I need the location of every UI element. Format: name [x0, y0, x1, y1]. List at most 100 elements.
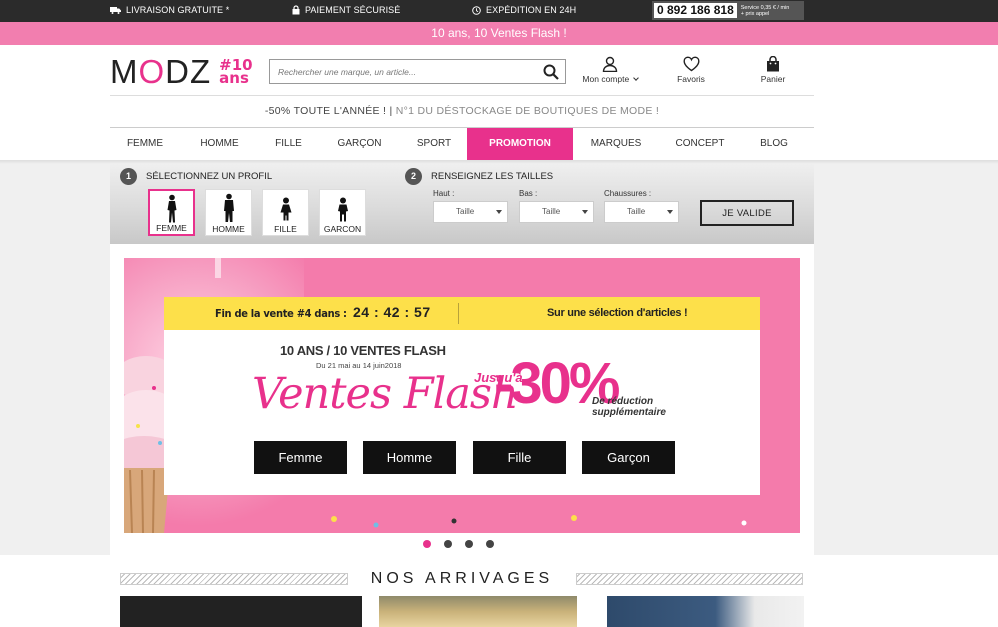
profile-femme[interactable]: FEMME — [148, 189, 195, 236]
arrivals-stripe-left — [120, 573, 348, 585]
nav-item-homme[interactable]: HOMME — [180, 128, 259, 160]
nav-item-fille[interactable]: FILLE — [259, 128, 318, 160]
phone-note-line-1: Service 0,35 € / min — [740, 4, 790, 11]
site-logo[interactable]: MODZ #10 ans — [110, 53, 253, 91]
step-1-badge: 1 — [120, 168, 137, 185]
size-chaussures-select[interactable]: Taille — [604, 201, 679, 223]
header-divider — [110, 95, 814, 96]
favorites-label[interactable]: Favoris — [677, 74, 705, 84]
chevron-down-icon — [632, 75, 639, 81]
nav-item-promotion[interactable]: PROMOTION — [467, 128, 573, 160]
free-delivery-item: LIVRAISON GRATUITE * — [110, 5, 229, 15]
size-haut-label: Haut : — [433, 189, 455, 198]
confetti-decoration — [331, 515, 747, 528]
nav-item-garcon[interactable]: GARÇON — [318, 128, 401, 160]
profile-homme-label: HOMME — [212, 224, 245, 234]
logo-anniversary: #10 ans — [219, 56, 253, 87]
shipping-text: EXPÉDITION EN 24H — [486, 5, 577, 15]
promo-tagline: -50% TOUTE L'ANNÉE ! | N°1 DU DÉSTOCKAGE… — [110, 105, 814, 117]
promo-banner-text[interactable]: 10 ans, 10 Ventes Flash ! — [431, 26, 566, 40]
hero-slider: Fin de la vente #4 dans : 24 : 42 : 57 S… — [110, 244, 814, 555]
slider-dot-2[interactable] — [444, 540, 452, 548]
secure-payment-text: PAIEMENT SÉCURISÉ — [305, 5, 401, 15]
favorites-link[interactable]: Favoris — [671, 56, 711, 84]
nav-item-sport[interactable]: SPORT — [401, 128, 467, 160]
validate-button[interactable]: JE VALIDE — [700, 200, 794, 226]
phone-note: Service 0,35 € / min + prix appel — [741, 5, 790, 17]
size-haut-select[interactable]: Taille — [433, 201, 508, 223]
cta-garcon-button[interactable]: Garçon — [582, 441, 675, 474]
profile-fille-label: FILLE — [274, 224, 297, 234]
countdown-label: Fin de la vente #4 dans : — [215, 307, 347, 320]
girl-silhouette-icon — [280, 197, 291, 221]
countdown-time: 24 : 42 : 57 — [353, 304, 431, 320]
arrival-photo-3[interactable] — [607, 596, 804, 627]
truck-icon — [110, 7, 121, 14]
nav-item-marques[interactable]: MARQUES — [573, 128, 659, 160]
free-delivery-text: LIVRAISON GRATUITE * — [126, 5, 230, 15]
cart-link[interactable]: Panier — [753, 56, 793, 84]
step-profile: 1 SÉLECTIONNEZ UN PROFIL — [120, 168, 272, 185]
discount-note: De réduction supplémentaire — [592, 396, 666, 418]
flash-sale-card: 10 ANS / 10 VENTES FLASH Du 21 mai au 14… — [164, 330, 760, 495]
lock-icon — [292, 5, 300, 15]
promo-banner[interactable]: 10 ans, 10 Ventes Flash ! — [0, 22, 998, 45]
profile-fille[interactable]: FILLE — [262, 189, 309, 236]
boy-silhouette-icon — [337, 197, 348, 222]
arrivals-section: NOS ARRIVAGES — [0, 555, 998, 627]
search-box[interactable] — [269, 59, 566, 84]
size-bas-select[interactable]: Taille — [519, 201, 594, 223]
top-info-bar: LIVRAISON GRATUITE * PAIEMENT SÉCURISÉ E… — [0, 0, 998, 22]
profile-garcon[interactable]: GARCON — [319, 189, 366, 236]
countdown-bar: Fin de la vente #4 dans : 24 : 42 : 57 S… — [164, 297, 760, 330]
arrival-photo-2[interactable] — [379, 596, 577, 627]
slider-dots — [423, 540, 494, 548]
slider-dot-3[interactable] — [465, 540, 473, 548]
cta-fille-button[interactable]: Fille — [473, 441, 566, 474]
arrivals-stripe-right — [576, 573, 803, 585]
logo-wordmark[interactable]: MODZ — [110, 53, 211, 91]
site-header: MODZ #10ans Mon compte Favoris Panier -5… — [0, 45, 998, 160]
nav-item-femme[interactable]: FEMME — [110, 128, 180, 160]
size-group-haut: Haut : Taille — [433, 189, 508, 223]
phone-number[interactable]: 0 892 186 818 — [654, 3, 737, 18]
size-bas-label: Bas : — [519, 189, 538, 198]
main-nav: FEMME HOMME FILLE GARÇON SPORT PROMOTION… — [110, 128, 814, 160]
discount-upto: Jusqu'à — [474, 370, 523, 385]
cart-label[interactable]: Panier — [761, 74, 786, 84]
cta-femme-button[interactable]: Femme — [254, 441, 347, 474]
search-input[interactable] — [270, 60, 530, 83]
step-2-label: RENSEIGNEZ LES TAILLES — [431, 171, 554, 182]
selection-label: Sur une sélection d'articles ! — [547, 307, 688, 319]
size-chaussures-label: Chaussures : — [604, 189, 652, 198]
profile-homme[interactable]: HOMME — [205, 189, 252, 236]
flash-headline: 10 ANS / 10 VENTES FLASH — [280, 343, 446, 358]
step-1-label: SÉLECTIONNEZ UN PROFIL — [146, 171, 273, 182]
size-group-bas: Bas : Taille — [519, 189, 594, 223]
promo-tagline-sub: N°1 DU DÉSTOCKAGE DE BOUTIQUES DE MODE ! — [395, 105, 660, 117]
account-label[interactable]: Mon compte — [582, 74, 629, 84]
hero-slide[interactable]: Fin de la vente #4 dans : 24 : 42 : 57 S… — [124, 258, 800, 533]
step-sizes: 2 RENSEIGNEZ LES TAILLES — [405, 168, 553, 185]
woman-silhouette-icon — [167, 194, 176, 223]
slider-dot-1[interactable] — [423, 540, 431, 548]
user-icon — [602, 56, 618, 72]
nav-item-concept[interactable]: CONCEPT — [659, 128, 741, 160]
clock-icon — [472, 5, 481, 15]
arrivals-title: NOS ARRIVAGES — [370, 570, 554, 587]
phone-note-line-2: + prix appel — [740, 10, 770, 17]
size-group-chaussures: Chaussures : Taille — [604, 189, 679, 223]
cta-homme-button[interactable]: Homme — [363, 441, 456, 474]
slider-dot-4[interactable] — [486, 540, 494, 548]
candle-icon — [215, 258, 221, 278]
profile-femme-label: FEMME — [156, 223, 187, 233]
promo-tagline-main: -50% TOUTE L'ANNÉE ! | — [264, 105, 393, 117]
heart-icon — [683, 56, 699, 72]
shopping-bag-icon — [767, 56, 779, 72]
nav-item-blog[interactable]: BLOG — [741, 128, 807, 160]
search-icon[interactable] — [543, 64, 559, 80]
arrival-photo-1[interactable] — [120, 596, 362, 627]
account-link[interactable]: Mon compte — [580, 56, 640, 84]
man-silhouette-icon — [223, 193, 234, 222]
phone-block[interactable]: 0 892 186 818 Service 0,35 € / min + pri… — [652, 1, 804, 20]
